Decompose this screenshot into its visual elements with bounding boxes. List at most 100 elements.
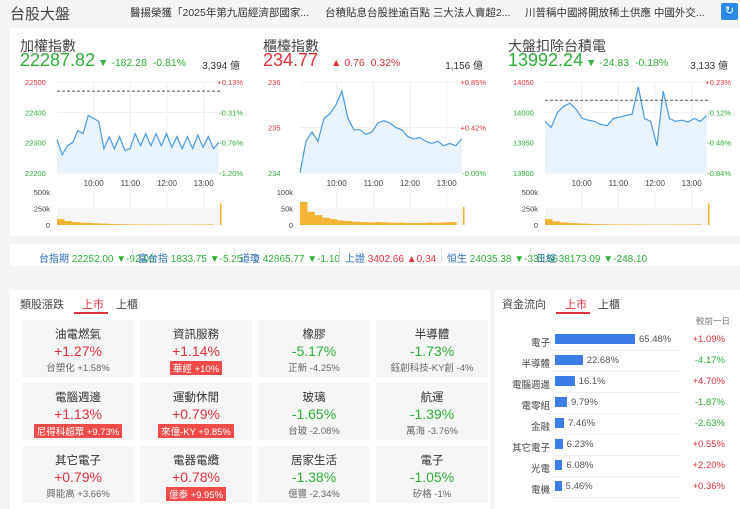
volume-tick-label: 500k: [34, 188, 51, 197]
fund-flow-row[interactable]: 半導體 22.68% -4.17%: [495, 352, 735, 372]
ticker-change: ▼-1.10: [307, 254, 340, 265]
leading-stock[interactable]: 台塑化 +1.58%: [22, 360, 134, 374]
pct-tick-label: -0.12%: [707, 108, 731, 117]
volume-bar: [404, 223, 412, 225]
refresh-button[interactable]: ↻: [721, 3, 738, 20]
sector-change: +0.79%: [54, 469, 102, 485]
sector-card[interactable]: 運動休閒 +0.79% 來億-KY +9.85%: [140, 383, 252, 440]
fund-flow-row[interactable]: 其它電子 6.23% +0.55%: [495, 436, 735, 456]
leading-stock[interactable]: 華經 +10%: [169, 361, 223, 375]
ticker-item[interactable]: 上證 3402.66 ▲0.34: [345, 250, 436, 265]
change-vs-previous-day: +2.20%: [692, 460, 726, 471]
leading-stock[interactable]: 來億-KY +9.85%: [158, 424, 234, 438]
volume-bar: [206, 224, 214, 225]
sector-name: 運動休閒: [173, 392, 219, 404]
leading-stock[interactable]: 億泰 +9.95%: [165, 487, 227, 501]
sector-name: 玻璃: [302, 392, 326, 404]
sector-change: -1.39%: [409, 406, 455, 422]
pct-tick-label: +0.23%: [705, 78, 731, 87]
ticker-change: ▲0.34: [406, 254, 437, 265]
news-headline[interactable]: 台積貼息台股挫逾百點 三大法人賣超2...: [325, 5, 511, 20]
x-tick-label: 11:00: [121, 179, 141, 188]
global-ticker: 台指期 22252.00 ▼-92.00 富台指 1833.75 ▼-5.25 道瓊…: [10, 244, 740, 266]
index-panel[interactable]: 大盤扣除台積電 13992.24 ▼ -24.83 -0.18% 3,133 億…: [508, 28, 740, 236]
news-headline[interactable]: 川普稱中國將開放稀土供應 中國外交...: [525, 5, 705, 20]
tab-listed[interactable]: 上市: [82, 296, 104, 312]
fund-flow-row[interactable]: 光電 6.08% +2.20%: [495, 457, 735, 477]
fund-flow-row[interactable]: 電子 65.48% +1.09%: [495, 331, 735, 351]
volume-tick-label: 0: [289, 221, 293, 230]
volume-bar: [389, 222, 397, 225]
volume-bar: [627, 224, 635, 225]
volume-bar: [359, 222, 368, 225]
share-bar: [555, 355, 583, 365]
fund-flow-row[interactable]: 電腦週邊 16.1% +4.70%: [495, 373, 735, 393]
tab-otc[interactable]: 上櫃: [598, 296, 620, 312]
volume-bar: [382, 222, 390, 225]
pct-tick-label: -0.84%: [707, 169, 731, 178]
ticker-value: 24035.38: [469, 254, 512, 265]
leading-stock[interactable]: 萬海 -3.76%: [376, 423, 488, 437]
volume-bar: [300, 201, 308, 225]
fund-flow-row[interactable]: 電機 5.46% +0.36%: [495, 478, 735, 498]
sector-card[interactable]: 航運 -1.39% 萬海 -3.76%: [376, 383, 488, 440]
volume-bar: [116, 224, 125, 225]
ticker-name: 道瓊: [240, 254, 260, 265]
sector-card[interactable]: 資訊服務 +1.14% 華經 +10%: [140, 320, 252, 377]
tab-otc[interactable]: 上櫃: [116, 296, 138, 312]
turnover: 1,156 億: [445, 61, 483, 72]
volume-bar: [441, 222, 450, 225]
x-tick-label: 13:00: [194, 179, 215, 188]
pct-tick-label: +0.42%: [460, 124, 486, 133]
leading-stock[interactable]: 正新 -4.25%: [258, 360, 370, 374]
ticker-change: ▼-5.25: [209, 254, 243, 265]
change-vs-previous-day: +1.09%: [692, 334, 726, 345]
sector-card[interactable]: 電腦週邊 +1.13% 尼得科超眾 +9.73%: [22, 383, 134, 440]
fund-flow-row[interactable]: 金融 7.46% -2.63%: [495, 415, 735, 435]
sector-card[interactable]: 橡膠 -5.17% 正新 -4.25%: [258, 320, 370, 377]
volume-bar: [94, 223, 102, 225]
fund-flow-row[interactable]: 電零組 9.79% -1.87%: [495, 394, 735, 414]
leading-stock[interactable]: 億豐 -2.34%: [258, 486, 370, 500]
leading-stock[interactable]: 興能高 +3.66%: [22, 486, 134, 500]
x-tick-label: 10:00: [327, 179, 348, 188]
ticker-change: ▼-248.10: [603, 254, 648, 265]
volume-tick-label: 100k: [277, 188, 294, 197]
ticker-item[interactable]: 道瓊 42865.77 ▼-1.10: [240, 250, 340, 265]
index-panel[interactable]: 加權指數 22287.82 ▼ -182.28 -0.81% 3,394 億 10…: [20, 28, 260, 236]
sector-card[interactable]: 居家生活 -1.38% 億豐 -2.34%: [258, 446, 370, 503]
volume-bar: [57, 219, 65, 225]
leading-stock[interactable]: 尼得科超眾 +9.73%: [33, 424, 123, 438]
tab-listed[interactable]: 上市: [565, 296, 587, 312]
index-panel[interactable]: 櫃檯指數 234.77 ▲ 0.76 0.32% 1,156 億 10:00 11:…: [263, 28, 503, 236]
ticker-item[interactable]: 日經 38173.09 ▼-248.10: [536, 250, 647, 265]
change-vs-previous-day: +0.36%: [692, 481, 726, 492]
triangle-down-icon: ▼: [586, 57, 597, 69]
intraday-chart: 10:00 11:00 12:00 13:00 22500 +0.13% 22400 -0.3…: [25, 78, 243, 230]
volume-bar: [612, 224, 620, 225]
sector-card[interactable]: 電器電纜 +0.78% 億泰 +9.95%: [140, 446, 252, 503]
pct-tick-label: +0.13%: [217, 78, 243, 87]
share-bar: [555, 481, 562, 491]
sector-card[interactable]: 油電燃氣 +1.27% 台塑化 +1.58%: [22, 320, 134, 377]
sector-card[interactable]: 半導體 -1.73% 鈺創科技-KY創 -4%: [376, 320, 488, 377]
leading-stock[interactable]: 鈺創科技-KY創 -4%: [376, 360, 488, 374]
ticker-value: 1833.75: [170, 254, 207, 265]
sector-card[interactable]: 電子 -1.05% 矽格 -1%: [376, 446, 488, 503]
ticker-item[interactable]: 富台指 1833.75 ▼-5.25: [138, 250, 242, 265]
intraday-chart: 10:00 11:00 12:00 13:00 14050 +0.23% 14000 -0.1…: [513, 78, 731, 230]
sector-change: -1.65%: [291, 406, 337, 422]
sector-name: 半導體: [414, 329, 450, 341]
leading-stock[interactable]: 台玻 -2.08%: [258, 423, 370, 437]
ticker-value: 42865.77: [262, 254, 305, 265]
change-vs-previous-day: -1.87%: [694, 397, 725, 408]
sector-card[interactable]: 玻璃 -1.65% 台玻 -2.08%: [258, 383, 370, 440]
volume-bar: [597, 224, 605, 225]
volume-bar: [367, 222, 375, 225]
sector-card[interactable]: 其它電子 +0.79% 興能高 +3.66%: [22, 446, 134, 503]
news-headline[interactable]: 醫揚榮獲「2025年第九屆經濟部國家...: [130, 5, 309, 20]
share-bar: [555, 376, 575, 386]
volume-bar: [64, 221, 72, 225]
leading-stock[interactable]: 矽格 -1%: [376, 486, 488, 500]
ticker-value: 22252.00: [71, 254, 114, 265]
